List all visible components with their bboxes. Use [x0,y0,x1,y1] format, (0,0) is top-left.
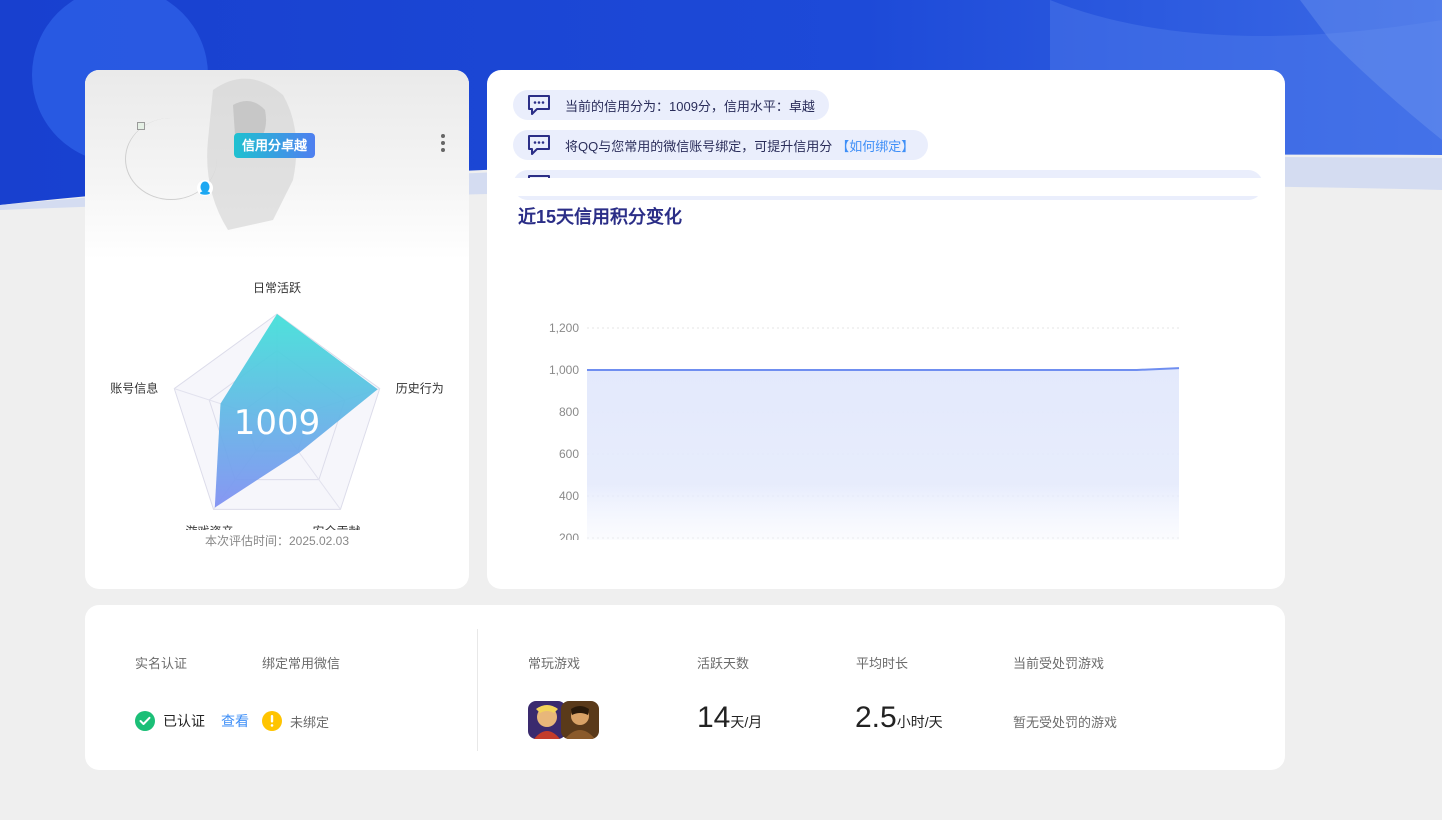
view-realname-link[interactable]: 查看 [221,711,249,731]
avg-time-number: 2.5 [855,701,897,734]
radar-label: 游戏资产 [186,524,234,530]
wechat-status: 未绑定 [262,711,329,731]
credit-trend-card: 当前的信用分为：1009分，信用水平：卓越 将QQ与您常用的微信账号绑定，可提升… [487,70,1285,589]
credit-score-value: 1009 [234,403,321,443]
warning-circle-icon [262,711,282,731]
evaluation-time: 本次评估时间：2025.02.03 [204,534,350,548]
chat-bubble-icon [527,134,551,156]
avg-time-value: 2.5小时/天 [855,701,943,735]
credit-level-badge: 信用分卓越 [234,133,316,158]
wechat-label: 绑定常用微信 [262,656,341,671]
avatar-image [137,122,145,130]
realname-status-text: 已认证 [163,713,205,729]
y-tick-label: 600 [559,447,579,461]
check-circle-icon [135,711,155,731]
radar-label: 账号信息 [110,381,158,396]
active-days-label: 活跃天数 [697,656,750,671]
game-icon-second[interactable] [561,701,599,739]
y-tick-label: 400 [559,489,579,503]
more-vertical-icon[interactable] [435,130,451,156]
y-tick-label: 800 [559,405,579,419]
message-credit-score: 当前的信用分为：1009分，信用水平：卓越 [513,90,829,120]
credit-line-chart: 02004006008001,0001,20021日22日23日24日25日26… [549,321,1180,540]
y-tick-label: 1,200 [549,321,579,335]
radar-label: 日常活跃 [253,281,301,295]
wechat-status-text: 未绑定 [290,714,330,730]
realname-status: 已认证 查看 [135,711,249,731]
credit-radar-chart: 日常活跃历史行为安全贡献 游戏资产 账号信息 1009 [110,281,444,530]
message-scroll-mask [487,178,1285,196]
how-to-bind-link[interactable]: 【如何绑定】 [836,136,914,155]
realname-label: 实名认证 [135,656,188,671]
active-days-number: 14 [697,701,731,734]
active-days-value: 14天/月 [697,701,762,735]
message-bind-wechat: 将QQ与您常用的微信账号绑定，可提升信用分 【如何绑定】 [513,130,929,160]
qq-penguin-icon [197,180,213,196]
divider [477,629,478,751]
games-label: 常玩游戏 [528,656,581,671]
penalty-label: 当前受处罚游戏 [1013,656,1105,671]
y-tick-label: 200 [559,531,579,540]
radar-label: 安全贡献 [312,523,360,530]
account-summary-card: 实名认证 绑定常用微信 已认证 查看 未绑定 常玩游戏 活跃天数 14天/月 平… [85,605,1285,770]
penalty-value: 暂无受处罚的游戏 [1013,715,1118,730]
message-text: 当前的信用分为：1009分，信用水平：卓越 [565,98,815,114]
avg-time-label: 平均时长 [856,656,909,671]
chat-bubble-icon [527,94,551,116]
credit-profile-card: 信用分卓越 日常活跃历史行为安全贡献 游戏资产 账号信息 1009 本次评估时间：20… [85,70,469,589]
active-days-unit: 天/月 [730,714,763,730]
series-line [587,367,1180,371]
avg-time-unit: 小时/天 [896,714,943,730]
area-fill [587,368,1179,540]
message-text: 将QQ与您常用的微信账号绑定，可提升信用分 [565,138,833,154]
y-tick-label: 1,000 [549,363,579,377]
chart-title: 近15天信用积分变化 [518,207,683,227]
radar-label: 历史行为 [396,382,444,396]
